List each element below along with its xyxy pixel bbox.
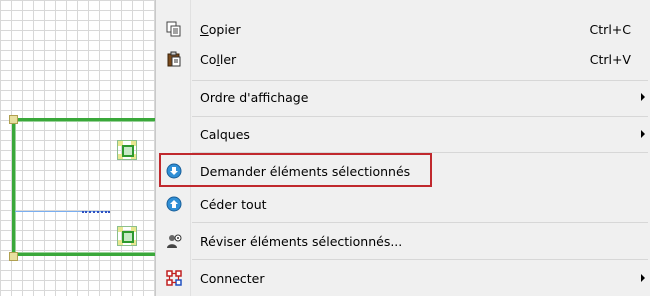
menu-item-release-all[interactable]: Céder tout — [156, 190, 650, 218]
menu-item-label: Connecter — [200, 270, 265, 286]
menu-item-label: Ordre d'affichage — [200, 89, 309, 105]
menu-item-connect[interactable]: Connecter — [156, 264, 650, 292]
component-symbol[interactable] — [117, 226, 137, 246]
menu-item-label: Céder tout — [200, 196, 267, 212]
arrow-down-circle-icon — [166, 163, 182, 179]
submenu-arrow-icon — [641, 93, 645, 101]
paste-icon — [166, 51, 182, 67]
menu-item-paste[interactable]: Coller Ctrl+V — [156, 45, 650, 73]
menu-item-shortcut: Ctrl+V — [589, 51, 631, 67]
frame-corner-handle[interactable] — [9, 115, 18, 124]
component-symbol[interactable] — [117, 140, 137, 160]
frame-corner-handle[interactable] — [9, 252, 18, 261]
menu-item-label: Calques — [200, 126, 250, 142]
connect-icon — [166, 270, 182, 286]
menu-separator — [192, 152, 648, 153]
menu-item-display-order[interactable]: Ordre d'affichage — [156, 83, 650, 111]
dotted-connector — [82, 211, 110, 215]
context-menu: Copier Ctrl+C Coller Ctrl+V Ordre d'affi… — [155, 0, 650, 296]
menu-item-label: Réviser éléments sélectionnés... — [200, 233, 403, 249]
menu-item-review-selected[interactable]: Réviser éléments sélectionnés... — [156, 227, 650, 255]
menu-item-label: Demander éléments sélectionnés — [200, 163, 411, 179]
menu-item-layers[interactable]: Calques — [156, 120, 650, 148]
drawing-canvas[interactable] — [0, 0, 172, 296]
review-users-icon — [166, 233, 182, 249]
menu-item-label: Coller — [200, 51, 237, 67]
menu-separator — [192, 116, 648, 117]
menu-separator — [192, 80, 648, 81]
submenu-arrow-icon — [641, 130, 645, 138]
menu-item-shortcut: Ctrl+C — [589, 21, 631, 37]
selected-frame[interactable] — [12, 118, 172, 256]
menu-separator — [192, 259, 648, 260]
menu-item-label: Copier — [200, 21, 241, 37]
arrow-up-circle-icon — [166, 196, 182, 212]
menu-item-request-selected[interactable]: Demander éléments sélectionnés — [156, 157, 650, 185]
submenu-arrow-icon — [641, 274, 645, 282]
copy-icon — [166, 21, 182, 37]
menu-separator — [192, 222, 648, 223]
menu-item-copy[interactable]: Copier Ctrl+C — [156, 15, 650, 43]
